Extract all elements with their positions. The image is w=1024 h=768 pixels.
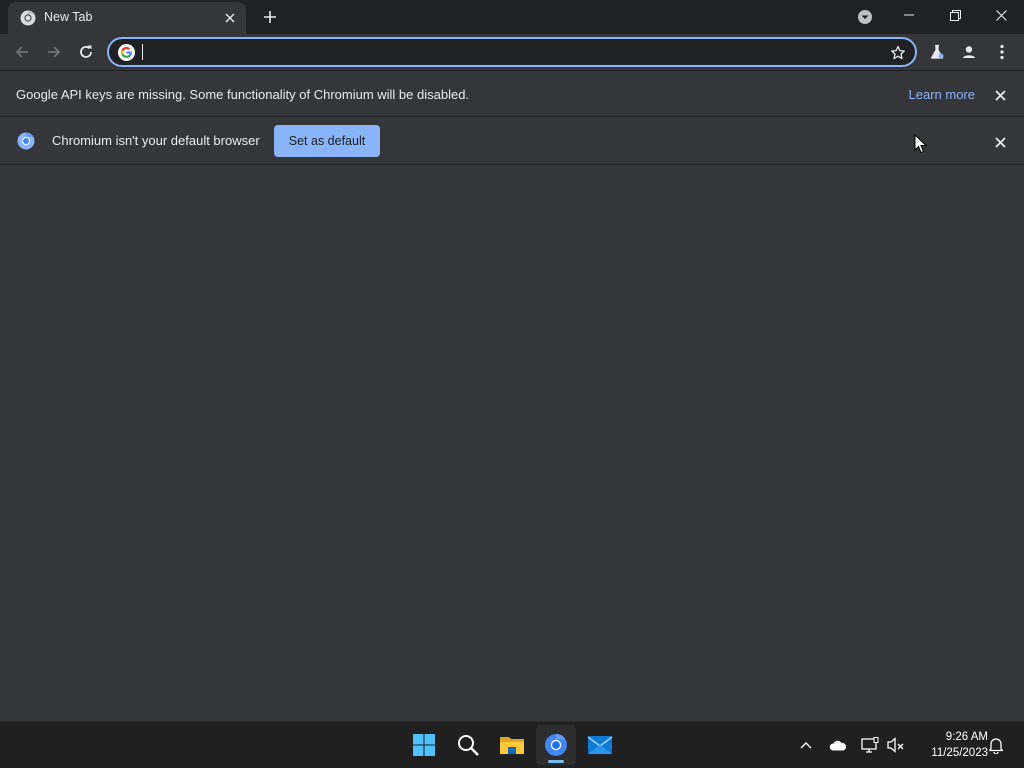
- active-app-indicator: [548, 760, 564, 763]
- new-tab-button[interactable]: [258, 5, 282, 29]
- volume-button[interactable]: [884, 733, 908, 757]
- tab-close-button[interactable]: [220, 8, 240, 28]
- restore-button[interactable]: [932, 0, 978, 30]
- close-icon: [994, 89, 1006, 101]
- chromium-icon: [20, 10, 36, 26]
- taskbar-search-button[interactable]: [448, 725, 488, 765]
- default-browser-message: Chromium isn't your default browser: [52, 133, 260, 148]
- close-icon: [225, 13, 235, 23]
- chromium-icon: [17, 132, 35, 150]
- bookmark-star-icon: [891, 45, 905, 60]
- volume-muted-icon: [887, 737, 904, 753]
- back-arrow-icon: [15, 46, 28, 58]
- windows-start-icon: [413, 734, 435, 756]
- default-browser-infobar: Chromium isn't your default browser Set …: [0, 116, 1024, 165]
- notification-bell-icon: [988, 737, 1004, 754]
- address-input[interactable]: [141, 42, 881, 62]
- labs-button[interactable]: [923, 38, 951, 66]
- chromium-icon: [545, 734, 567, 756]
- learn-more-link[interactable]: Learn more: [909, 87, 975, 102]
- tab-search-button[interactable]: [854, 6, 876, 28]
- menu-button[interactable]: [988, 38, 1016, 66]
- file-explorer-icon: [500, 737, 524, 754]
- address-bar[interactable]: [107, 37, 917, 67]
- tab-title: New Tab: [44, 10, 93, 24]
- menu-dots-icon: [1000, 44, 1004, 60]
- chevron-up-icon: [800, 742, 812, 749]
- onedrive-button[interactable]: [826, 733, 850, 757]
- profile-button[interactable]: [955, 38, 983, 66]
- network-button[interactable]: [858, 733, 882, 757]
- restore-icon: [949, 9, 961, 21]
- labs-flask-icon: [930, 44, 944, 59]
- onedrive-cloud-icon: [829, 740, 847, 750]
- back-button[interactable]: [8, 38, 36, 66]
- mouse-cursor-icon: [914, 134, 928, 154]
- api-keys-infobar: Google API keys are missing. Some functi…: [0, 70, 1024, 116]
- mail-icon: [587, 736, 613, 754]
- forward-arrow-icon: [48, 46, 61, 58]
- show-hidden-icons-button[interactable]: [794, 733, 818, 757]
- minimize-icon: [904, 14, 914, 16]
- taskbar-chromium-button[interactable]: [536, 725, 576, 765]
- profile-icon: [960, 43, 978, 61]
- forward-button[interactable]: [40, 38, 68, 66]
- page-content[interactable]: [0, 165, 1024, 721]
- api-keys-message: Google API keys are missing. Some functi…: [16, 87, 470, 102]
- start-button[interactable]: [404, 725, 444, 765]
- tab-strip: New Tab: [0, 0, 1024, 34]
- search-icon: [458, 735, 479, 756]
- network-icon: [861, 737, 879, 753]
- default-browser-close-button[interactable]: [990, 132, 1010, 152]
- tab-new-tab[interactable]: New Tab: [8, 2, 246, 34]
- close-icon: [994, 136, 1006, 148]
- reload-icon: [80, 45, 92, 58]
- close-window-button[interactable]: [978, 0, 1024, 30]
- chevron-down-icon: [858, 10, 872, 24]
- text-caret: [142, 44, 143, 60]
- set-as-default-button[interactable]: Set as default: [274, 125, 380, 157]
- bookmark-button[interactable]: [889, 44, 907, 62]
- reload-button[interactable]: [72, 38, 100, 66]
- close-icon: [995, 9, 1007, 21]
- browser-toolbar: [0, 34, 1024, 70]
- api-keys-close-button[interactable]: [990, 85, 1010, 105]
- notifications-button[interactable]: [984, 733, 1008, 757]
- google-icon: [118, 44, 135, 61]
- file-explorer-button[interactable]: [492, 725, 532, 765]
- taskbar-clock[interactable]: 9:26 AM 11/25/2023: [912, 729, 988, 761]
- minimize-button[interactable]: [886, 0, 932, 30]
- windows-taskbar: 9:26 AM 11/25/2023: [0, 721, 1024, 768]
- plus-icon: [264, 11, 276, 23]
- mail-button[interactable]: [580, 725, 620, 765]
- clock-date: 11/25/2023: [931, 747, 988, 759]
- clock-time: 9:26 AM: [945, 731, 988, 743]
